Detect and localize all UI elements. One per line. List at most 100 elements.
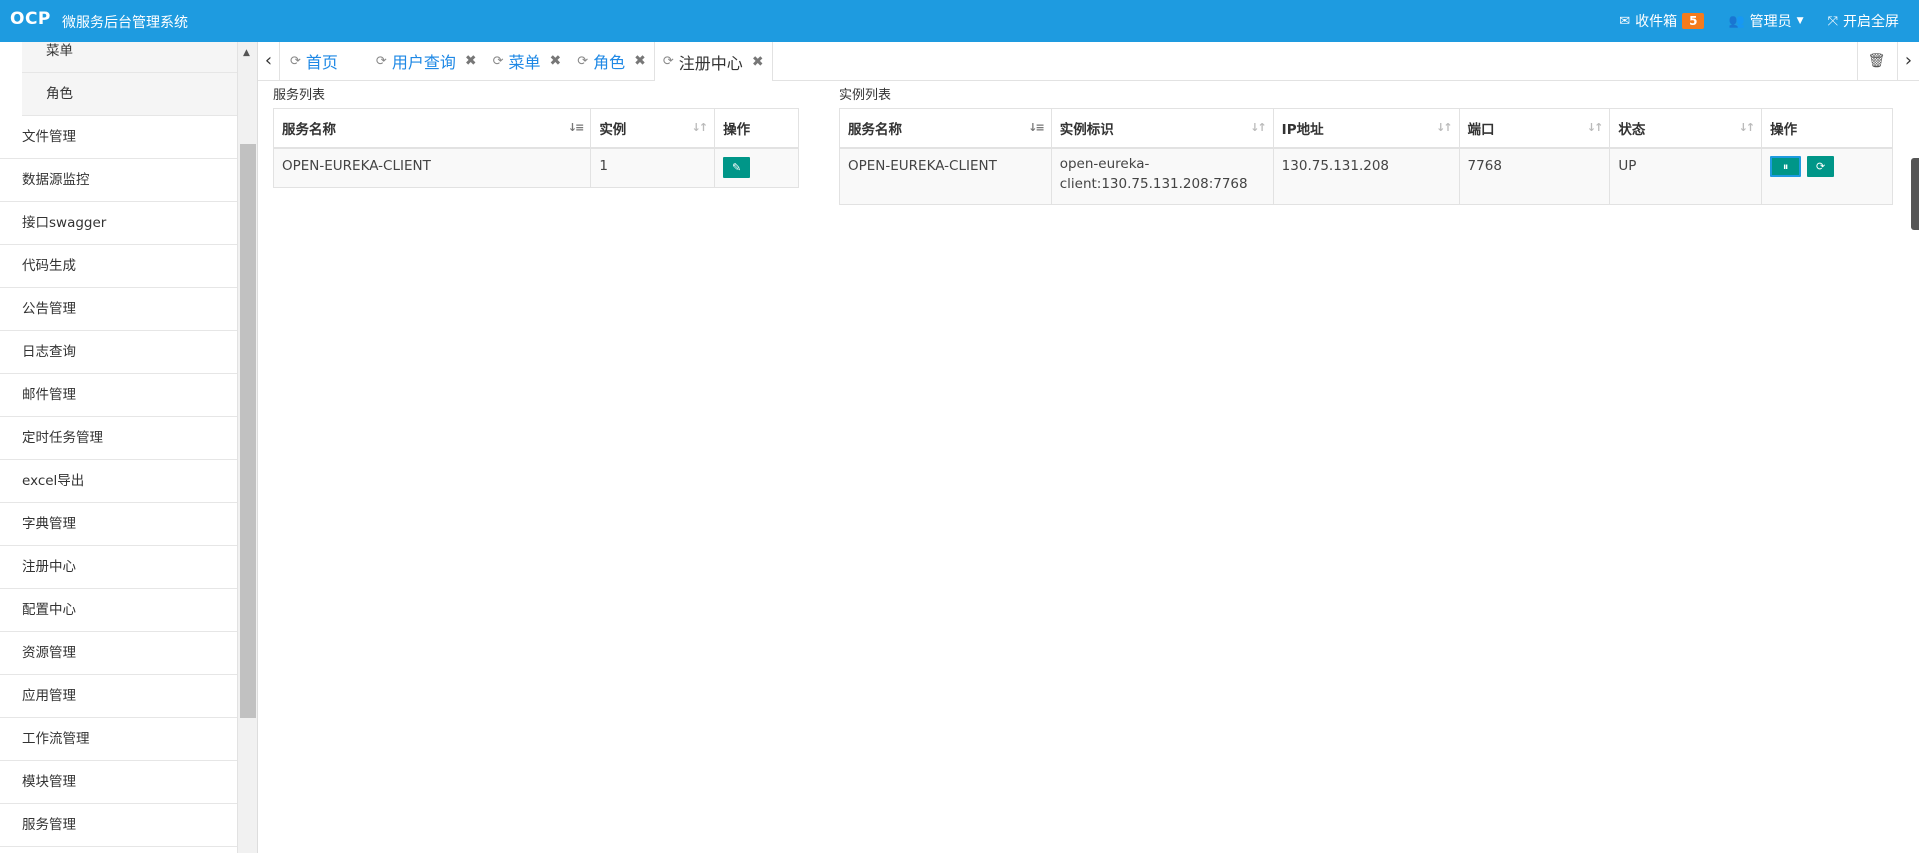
port-cell: 7768 xyxy=(1458,147,1611,205)
tab-scroll-left-icon[interactable]: ‹ xyxy=(258,42,280,80)
col-ip-address[interactable]: IP地址 ↓↑ xyxy=(1272,108,1460,149)
inbox-label: 收件箱 xyxy=(1635,14,1678,30)
tab[interactable]: ⟳ 注册中心 ✖ xyxy=(653,42,773,81)
status-cell: UP xyxy=(1609,147,1763,205)
sidebar-nav: 菜单 角色 文件管理 数据源监控 接口swagger 代码生成 公告管理 日志查询 邮件管理 定时… xyxy=(0,42,238,853)
operation-cell: ⏸ ⟳ xyxy=(1761,147,1893,205)
inbox-count-badge: 5 xyxy=(1682,13,1705,29)
close-icon[interactable]: ✖ xyxy=(634,53,646,69)
tab-scroll-right-icon[interactable]: › xyxy=(1897,42,1919,80)
sidebar-item[interactable]: 模块管理 xyxy=(0,761,237,804)
system-title: 微服务后台管理系统 xyxy=(62,15,188,31)
sidebar-item[interactable]: excel导出 xyxy=(0,460,237,503)
sidebar-item[interactable]: 注册中心 xyxy=(0,546,237,589)
pause-icon: ⏸ xyxy=(1782,159,1789,173)
col-status[interactable]: 状态 ↓↑ xyxy=(1609,108,1763,149)
tab-label: 注册中心 xyxy=(678,53,743,73)
refresh-icon: ⟳ xyxy=(1816,159,1826,173)
close-all-tabs-icon[interactable]: 🗑 xyxy=(1857,42,1895,80)
tab-bar: ‹ ⟳ 首页 ⟳ 用户查询 ✖ ⟳ 菜单 ✖ ⟳ 角色 ✖ ⟳ 注册中心 ✖ 🗑 › xyxy=(258,42,1919,81)
edit-button[interactable]: ✎ xyxy=(723,156,751,178)
sidebar-item[interactable]: 定时任务管理 xyxy=(0,417,237,460)
sort-icon[interactable]: ↓↑ xyxy=(1587,121,1604,134)
col-instance-id[interactable]: 实例标识 ↓↑ xyxy=(1050,108,1274,149)
col-operation: 操作 xyxy=(1761,108,1893,149)
service-list-title: 服务列表 xyxy=(273,88,326,103)
tab-label: 菜单 xyxy=(508,53,541,72)
sort-icon[interactable]: ↓↑ xyxy=(1739,121,1756,134)
expand-icon: ⤧ xyxy=(1827,13,1838,29)
instance-id-line1: open-eureka- xyxy=(1059,155,1150,172)
instance-service-cell: OPEN-EUREKA-CLIENT xyxy=(839,147,1052,205)
sidebar-item[interactable]: 公告管理 xyxy=(0,288,237,331)
sidebar-item[interactable]: 应用管理 xyxy=(0,675,237,718)
users-icon: 👥 xyxy=(1728,13,1745,29)
scrollbar-thumb[interactable] xyxy=(240,144,256,718)
close-icon[interactable]: ✖ xyxy=(465,53,477,69)
sort-icon[interactable]: ↓≡ xyxy=(568,121,585,134)
instance-table: 服务名称 ↓≡ 实例标识 ↓↑ IP地址 ↓↑ 端口 ↓↑ 状态 ↓↑ 操作 OPEN-E… xyxy=(839,108,1893,205)
table-row: OPEN-EUREKA-CLIENT 1 ✎ xyxy=(272,147,799,188)
sidebar-item[interactable]: 配置中心 xyxy=(0,589,237,632)
close-icon[interactable]: ✖ xyxy=(550,53,562,69)
fullscreen-button[interactable]: ⤧ 开启全屏 xyxy=(1828,11,1899,31)
service-table: 服务名称 ↓≡ 实例 ↓↑ 操作 OPEN-EUREKA-CLIENT 1 ✎ xyxy=(272,108,799,188)
inbox-link[interactable]: ✉ 收件箱 5 xyxy=(1619,11,1705,31)
sidebar-item[interactable]: 服务管理 xyxy=(0,804,237,847)
sidebar-item[interactable]: 代码生成 xyxy=(0,245,237,288)
tab[interactable]: ⟳ 用户查询 ✖ xyxy=(368,42,485,80)
col-port[interactable]: 端口 ↓↑ xyxy=(1458,108,1611,149)
col-service-name[interactable]: 服务名称 ↓≡ xyxy=(839,108,1052,149)
tab[interactable]: ⟳ 菜单 ✖ xyxy=(485,42,570,80)
sort-icon[interactable]: ↓↑ xyxy=(1250,121,1267,134)
tab[interactable]: ⟳ 角色 ✖ xyxy=(569,42,654,80)
scroll-up-icon[interactable]: ▲ xyxy=(243,48,250,58)
sidebar-list: 菜单 角色 文件管理 数据源监控 接口swagger 代码生成 公告管理 日志查询 邮件管理 定时… xyxy=(0,42,237,847)
table-header-row: 服务名称 ↓≡ 实例标识 ↓↑ IP地址 ↓↑ 端口 ↓↑ 状态 ↓↑ 操作 xyxy=(839,108,1893,149)
sidebar-item[interactable]: 日志查询 xyxy=(0,331,237,374)
edge-handle[interactable] xyxy=(1911,158,1919,230)
tab[interactable]: ⟳ 首页 xyxy=(282,42,368,80)
col-operation: 操作 xyxy=(714,108,799,149)
sidebar-item[interactable]: 工作流管理 xyxy=(0,718,237,761)
service-name-cell: OPEN-EUREKA-CLIENT xyxy=(272,147,592,188)
refresh-icon[interactable]: ⟳ xyxy=(577,54,588,69)
refresh-icon[interactable]: ⟳ xyxy=(376,54,387,69)
app-logo[interactable]: OCP xyxy=(10,9,51,29)
sort-icon[interactable]: ↓↑ xyxy=(692,121,709,134)
instance-count-cell: 1 xyxy=(590,147,716,188)
refresh-button[interactable]: ⟳ xyxy=(1807,155,1835,177)
pencil-icon: ✎ xyxy=(731,160,742,174)
col-instance-count[interactable]: 实例 ↓↑ xyxy=(590,108,716,149)
sidebar-item[interactable]: 接口swagger xyxy=(0,202,237,245)
header-actions: ✉ 收件箱 5 👥 管理员 ▼ ⤧ 开启全屏 xyxy=(1619,0,1899,42)
top-header: OCP 微服务后台管理系统 ✉ 收件箱 5 👥 管理员 ▼ ⤧ 开启全屏 xyxy=(0,0,1919,42)
instance-id-line2: client:130.75.131.208:7768 xyxy=(1059,175,1248,192)
sort-icon[interactable]: ↓≡ xyxy=(1028,121,1045,134)
sidebar-item[interactable]: 字典管理 xyxy=(0,503,237,546)
tab-label: 角色 xyxy=(593,53,626,72)
sort-icon[interactable]: ↓↑ xyxy=(1436,121,1453,134)
refresh-icon[interactable]: ⟳ xyxy=(493,54,504,69)
caret-down-icon: ▼ xyxy=(1796,16,1804,26)
refresh-icon[interactable]: ⟳ xyxy=(663,54,674,69)
table-header-row: 服务名称 ↓≡ 实例 ↓↑ 操作 xyxy=(272,108,799,149)
refresh-icon[interactable]: ⟳ xyxy=(290,54,301,69)
table-row: OPEN-EUREKA-CLIENT open-eureka- client:1… xyxy=(839,147,1893,205)
col-service-name[interactable]: 服务名称 ↓≡ xyxy=(272,108,592,149)
sidebar-subitem[interactable]: 角色 xyxy=(22,73,237,116)
tab-list: ⟳ 首页 ⟳ 用户查询 ✖ ⟳ 菜单 ✖ ⟳ 角色 ✖ ⟳ 注册中心 ✖ xyxy=(282,42,773,81)
pause-button[interactable]: ⏸ xyxy=(1770,155,1802,177)
sidebar-item[interactable]: 数据源监控 xyxy=(0,159,237,202)
tab-label: 用户查询 xyxy=(391,53,456,72)
sidebar-scrollbar[interactable]: ▲ xyxy=(238,42,258,853)
close-icon[interactable]: ✖ xyxy=(752,54,764,70)
user-menu[interactable]: 👥 管理员 ▼ xyxy=(1728,11,1803,31)
user-label: 管理员 xyxy=(1749,14,1792,30)
instance-list-title: 实例列表 xyxy=(839,88,892,103)
sidebar-item[interactable]: 资源管理 xyxy=(0,632,237,675)
ip-cell: 130.75.131.208 xyxy=(1272,147,1460,205)
sidebar-subitem[interactable]: 菜单 xyxy=(22,42,237,73)
sidebar-item[interactable]: 邮件管理 xyxy=(0,374,237,417)
sidebar-item[interactable]: 文件管理 xyxy=(0,116,237,159)
